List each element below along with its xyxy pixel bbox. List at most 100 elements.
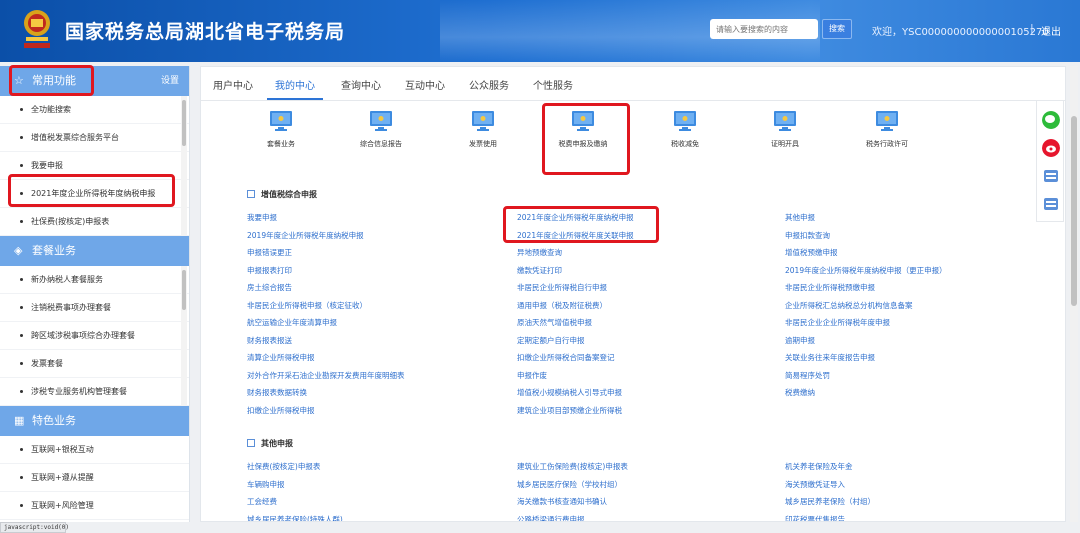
tab-interaction-center[interactable]: 互动中心 <box>405 77 445 92</box>
section-marker-icon <box>247 190 255 198</box>
service-link[interactable]: 企业所得税汇总纳税总分机构信息备案 <box>785 300 913 311</box>
service-link[interactable]: 对外合作开采石油企业勘探开发费用年度明细表 <box>247 370 405 381</box>
sidebar-item[interactable]: 发票套餐 <box>0 350 189 378</box>
service-link[interactable]: 非居民企业所得税自行申报 <box>517 282 607 293</box>
service-link[interactable]: 航空运输企业年度清算申报 <box>247 317 337 328</box>
service-link[interactable]: 扣缴企业所得税合同备案登记 <box>517 352 615 363</box>
sidebar-scrollbar[interactable] <box>181 96 187 236</box>
sidebar-list-package: 新办纳税人套餐服务 注销税费事项办理套餐 跨区域涉税事项综合办理套餐 发票套餐 … <box>0 266 189 406</box>
sidebar-item[interactable]: 互联网+风险管理 <box>0 492 189 520</box>
service-link[interactable]: 公路桥梁通行费申报 <box>517 514 585 522</box>
service-link[interactable]: 简易程序处罚 <box>785 370 830 381</box>
sidebar-section-special[interactable]: ▦ 特色业务 <box>0 406 189 436</box>
func-info-report[interactable]: 综合信息报告 <box>341 109 421 149</box>
service-link[interactable]: 定期定额户自行申报 <box>517 335 585 346</box>
bullet-icon <box>20 390 23 393</box>
service-link[interactable]: 非居民企业所得税申报（核定征收） <box>247 300 367 311</box>
scrollbar-thumb[interactable] <box>182 270 186 310</box>
service-link[interactable]: 房土综合报告 <box>247 282 292 293</box>
tab-tax-center[interactable]: 我的中心 <box>275 77 315 92</box>
service-link[interactable]: 关联业务往来年度报告申报 <box>785 352 875 363</box>
sidebar-item[interactable]: 新办纳税人套餐服务 <box>0 266 189 294</box>
service-link[interactable]: 工会经费 <box>247 496 277 507</box>
bullet-icon <box>20 278 23 281</box>
logout-link[interactable]: 退出 <box>1041 23 1061 38</box>
sidebar-section-package[interactable]: ◈ 套餐业务 <box>0 236 189 266</box>
highlight-box <box>9 65 94 96</box>
service-link[interactable]: 非居民企业企业所得税年度申报 <box>785 317 890 328</box>
tab-public-service[interactable]: 公众服务 <box>469 77 509 92</box>
service-link[interactable]: 缴款凭证打印 <box>517 265 562 276</box>
service-link[interactable]: 其他申报 <box>785 212 815 223</box>
service-link[interactable]: 扣缴企业所得税申报 <box>247 405 315 416</box>
service-link[interactable]: 通用申报（税及附征税费） <box>517 300 607 311</box>
service-link[interactable]: 海关预缴凭证导入 <box>785 479 845 490</box>
header-separator: | <box>1030 22 1034 35</box>
search-input[interactable] <box>710 19 818 39</box>
section-title: 特色业务 <box>32 414 76 427</box>
sidebar-item[interactable]: 社保费(按核定)申报表 <box>0 208 189 236</box>
bullet-icon <box>20 362 23 365</box>
service-link[interactable]: 申报扣款查询 <box>785 230 830 241</box>
service-link[interactable]: 城乡居民医疗保险（学校村组） <box>517 479 622 490</box>
func-package[interactable]: 套餐业务 <box>241 109 321 149</box>
sidebar-item-label: 我要申报 <box>31 161 63 170</box>
func-tax-relief[interactable]: 税收减免 <box>645 109 725 149</box>
service-link[interactable]: 增值税小规模纳税人引导式申报 <box>517 387 622 398</box>
tab-personal-service[interactable]: 个性服务 <box>533 77 573 92</box>
sidebar-item[interactable]: 注销税费事项办理套餐 <box>0 294 189 322</box>
service-link[interactable]: 建筑企业项目部预缴企业所得税 <box>517 405 622 416</box>
sidebar-item[interactable]: 互联网+银税互动 <box>0 436 189 464</box>
welcome-text: 欢迎，YSC00000000000000105270 <box>872 27 1049 38</box>
service-link[interactable]: 申报错误更正 <box>247 247 292 258</box>
sidebar-item[interactable]: 涉税专业服务机构管理套餐 <box>0 378 189 406</box>
func-admin-permit[interactable]: 税务行政许可 <box>847 109 927 149</box>
sidebar-scrollbar[interactable] <box>181 266 187 406</box>
mobile-icon[interactable] <box>1042 195 1060 213</box>
scrollbar-thumb[interactable] <box>182 100 186 146</box>
func-invoice[interactable]: 发票使用 <box>443 109 523 149</box>
search-button[interactable]: 搜索 <box>822 19 852 39</box>
service-link[interactable]: 申报作废 <box>517 370 547 381</box>
service-link[interactable]: 车辆购申报 <box>247 479 285 490</box>
service-link[interactable]: 建筑业工伤保险费(按核定)申报表 <box>517 461 628 472</box>
service-link[interactable]: 异地预缴查询 <box>517 247 562 258</box>
tab-query-center[interactable]: 查询中心 <box>341 77 381 92</box>
service-link[interactable]: 2019年度企业所得税年度纳税申报 <box>247 230 364 241</box>
monitor-icon <box>270 111 292 131</box>
service-link[interactable]: 申报报表打印 <box>247 265 292 276</box>
func-certificate[interactable]: 证明开具 <box>745 109 825 149</box>
service-link[interactable]: 财务报表报送 <box>247 335 292 346</box>
service-link[interactable]: 逾期申报 <box>785 335 815 346</box>
bullet-icon <box>20 136 23 139</box>
highlight-box <box>503 206 659 243</box>
service-link[interactable]: 原油天然气增值税申报 <box>517 317 592 328</box>
service-link[interactable]: 社保费(按核定)申报表 <box>247 461 320 472</box>
service-link[interactable]: 海关缴款书核查通知书确认 <box>517 496 607 507</box>
highlight-box <box>8 174 175 207</box>
tab-user-center[interactable]: 用户中心 <box>213 77 253 92</box>
page-scrollbar[interactable] <box>1070 66 1078 522</box>
sidebar-item[interactable]: 互联网+遵从提醒 <box>0 464 189 492</box>
service-link[interactable]: 城乡居民养老保险(特殊人群) <box>247 514 343 522</box>
service-link[interactable]: 清算企业所得税申报 <box>247 352 315 363</box>
site-header: 国家税务总局湖北省电子税务局 搜索 欢迎，YSC0000000000000010… <box>0 0 1080 62</box>
service-link[interactable]: 城乡居民养老保险（村组） <box>785 496 875 507</box>
bullet-icon <box>20 306 23 309</box>
service-link[interactable]: 增值税预缴申报 <box>785 247 838 258</box>
service-link[interactable]: 印花税票代售报告 <box>785 514 845 522</box>
weibo-icon[interactable] <box>1042 139 1060 157</box>
scrollbar-thumb[interactable] <box>1071 116 1077 306</box>
service-link[interactable]: 2019年度企业所得税年度纳税申报（更正申报） <box>785 265 947 276</box>
service-link[interactable]: 税费缴纳 <box>785 387 815 398</box>
sidebar-item[interactable]: 跨区域涉税事项综合办理套餐 <box>0 322 189 350</box>
service-link[interactable]: 财务报表数据转换 <box>247 387 307 398</box>
service-link[interactable]: 非居民企业所得税预缴申报 <box>785 282 875 293</box>
service-link[interactable]: 机关养老保险及年金 <box>785 461 853 472</box>
app-icon[interactable] <box>1042 167 1060 185</box>
wechat-icon[interactable] <box>1042 111 1060 129</box>
service-link[interactable]: 我要申报 <box>247 212 277 223</box>
sidebar-item[interactable]: 增值税发票综合服务平台 <box>0 124 189 152</box>
sidebar-item[interactable]: 全功能搜索 <box>0 96 189 124</box>
settings-link[interactable]: 设置 <box>161 66 179 96</box>
